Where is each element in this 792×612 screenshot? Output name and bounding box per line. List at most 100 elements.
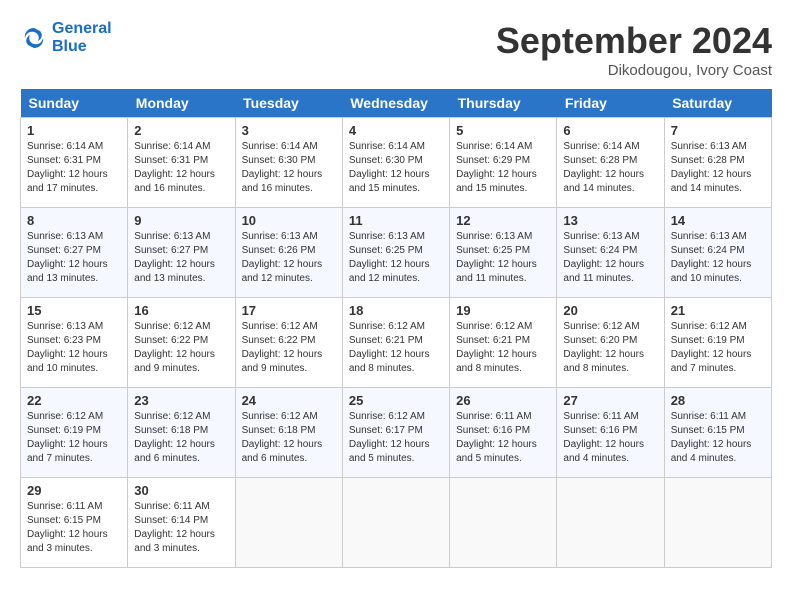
day-cell: 30 Sunrise: 6:11 AMSunset: 6:14 PMDaylig… bbox=[128, 478, 235, 568]
day-cell: 8 Sunrise: 6:13 AMSunset: 6:27 PMDayligh… bbox=[21, 208, 128, 298]
header-row: SundayMondayTuesdayWednesdayThursdayFrid… bbox=[21, 89, 772, 118]
day-cell bbox=[664, 478, 771, 568]
day-cell: 29 Sunrise: 6:11 AMSunset: 6:15 PMDaylig… bbox=[21, 478, 128, 568]
month-title: September 2024 bbox=[496, 20, 772, 62]
day-number: 13 bbox=[563, 213, 657, 228]
day-cell bbox=[342, 478, 449, 568]
day-info: Sunrise: 6:14 AMSunset: 6:30 PMDaylight:… bbox=[242, 141, 323, 194]
day-cell: 28 Sunrise: 6:11 AMSunset: 6:15 PMDaylig… bbox=[664, 388, 771, 478]
col-header-friday: Friday bbox=[557, 89, 664, 118]
day-cell: 23 Sunrise: 6:12 AMSunset: 6:18 PMDaylig… bbox=[128, 388, 235, 478]
day-number: 12 bbox=[456, 213, 550, 228]
day-number: 7 bbox=[671, 123, 765, 138]
day-cell: 16 Sunrise: 6:12 AMSunset: 6:22 PMDaylig… bbox=[128, 298, 235, 388]
day-info: Sunrise: 6:12 AMSunset: 6:22 PMDaylight:… bbox=[134, 321, 215, 374]
day-number: 27 bbox=[563, 393, 657, 408]
title-block: September 2024 Dikodougou, Ivory Coast bbox=[496, 20, 772, 79]
day-number: 18 bbox=[349, 303, 443, 318]
day-cell: 25 Sunrise: 6:12 AMSunset: 6:17 PMDaylig… bbox=[342, 388, 449, 478]
day-info: Sunrise: 6:13 AMSunset: 6:23 PMDaylight:… bbox=[27, 321, 108, 374]
day-info: Sunrise: 6:14 AMSunset: 6:30 PMDaylight:… bbox=[349, 141, 430, 194]
day-info: Sunrise: 6:11 AMSunset: 6:15 PMDaylight:… bbox=[27, 501, 108, 554]
day-number: 26 bbox=[456, 393, 550, 408]
day-number: 29 bbox=[27, 483, 121, 498]
day-cell: 21 Sunrise: 6:12 AMSunset: 6:19 PMDaylig… bbox=[664, 298, 771, 388]
col-header-sunday: Sunday bbox=[21, 89, 128, 118]
day-info: Sunrise: 6:12 AMSunset: 6:22 PMDaylight:… bbox=[242, 321, 323, 374]
week-row-3: 15 Sunrise: 6:13 AMSunset: 6:23 PMDaylig… bbox=[21, 298, 772, 388]
location-subtitle: Dikodougou, Ivory Coast bbox=[496, 62, 772, 79]
day-info: Sunrise: 6:13 AMSunset: 6:25 PMDaylight:… bbox=[349, 231, 430, 284]
day-number: 11 bbox=[349, 213, 443, 228]
day-cell: 7 Sunrise: 6:13 AMSunset: 6:28 PMDayligh… bbox=[664, 118, 771, 208]
day-cell: 1 Sunrise: 6:14 AMSunset: 6:31 PMDayligh… bbox=[21, 118, 128, 208]
day-cell: 5 Sunrise: 6:14 AMSunset: 6:29 PMDayligh… bbox=[450, 118, 557, 208]
day-cell: 2 Sunrise: 6:14 AMSunset: 6:31 PMDayligh… bbox=[128, 118, 235, 208]
day-cell bbox=[235, 478, 342, 568]
day-info: Sunrise: 6:11 AMSunset: 6:15 PMDaylight:… bbox=[671, 411, 752, 464]
day-cell: 19 Sunrise: 6:12 AMSunset: 6:21 PMDaylig… bbox=[450, 298, 557, 388]
logo-text: General Blue bbox=[52, 20, 112, 55]
day-info: Sunrise: 6:13 AMSunset: 6:25 PMDaylight:… bbox=[456, 231, 537, 284]
logo-icon bbox=[20, 24, 48, 52]
day-cell: 13 Sunrise: 6:13 AMSunset: 6:24 PMDaylig… bbox=[557, 208, 664, 298]
day-number: 1 bbox=[27, 123, 121, 138]
week-row-1: 1 Sunrise: 6:14 AMSunset: 6:31 PMDayligh… bbox=[21, 118, 772, 208]
day-number: 17 bbox=[242, 303, 336, 318]
day-info: Sunrise: 6:12 AMSunset: 6:20 PMDaylight:… bbox=[563, 321, 644, 374]
day-cell: 6 Sunrise: 6:14 AMSunset: 6:28 PMDayligh… bbox=[557, 118, 664, 208]
day-info: Sunrise: 6:14 AMSunset: 6:28 PMDaylight:… bbox=[563, 141, 644, 194]
day-cell: 3 Sunrise: 6:14 AMSunset: 6:30 PMDayligh… bbox=[235, 118, 342, 208]
day-number: 2 bbox=[134, 123, 228, 138]
day-number: 25 bbox=[349, 393, 443, 408]
day-info: Sunrise: 6:13 AMSunset: 6:27 PMDaylight:… bbox=[134, 231, 215, 284]
day-cell: 14 Sunrise: 6:13 AMSunset: 6:24 PMDaylig… bbox=[664, 208, 771, 298]
day-number: 14 bbox=[671, 213, 765, 228]
col-header-thursday: Thursday bbox=[450, 89, 557, 118]
day-number: 6 bbox=[563, 123, 657, 138]
day-cell bbox=[557, 478, 664, 568]
logo: General Blue bbox=[20, 20, 112, 55]
col-header-saturday: Saturday bbox=[664, 89, 771, 118]
week-row-5: 29 Sunrise: 6:11 AMSunset: 6:15 PMDaylig… bbox=[21, 478, 772, 568]
day-info: Sunrise: 6:12 AMSunset: 6:17 PMDaylight:… bbox=[349, 411, 430, 464]
day-number: 9 bbox=[134, 213, 228, 228]
col-header-monday: Monday bbox=[128, 89, 235, 118]
day-info: Sunrise: 6:12 AMSunset: 6:19 PMDaylight:… bbox=[27, 411, 108, 464]
day-cell: 9 Sunrise: 6:13 AMSunset: 6:27 PMDayligh… bbox=[128, 208, 235, 298]
day-info: Sunrise: 6:14 AMSunset: 6:29 PMDaylight:… bbox=[456, 141, 537, 194]
day-info: Sunrise: 6:12 AMSunset: 6:21 PMDaylight:… bbox=[349, 321, 430, 374]
day-info: Sunrise: 6:13 AMSunset: 6:24 PMDaylight:… bbox=[671, 231, 752, 284]
day-number: 28 bbox=[671, 393, 765, 408]
day-number: 5 bbox=[456, 123, 550, 138]
week-row-2: 8 Sunrise: 6:13 AMSunset: 6:27 PMDayligh… bbox=[21, 208, 772, 298]
day-cell: 27 Sunrise: 6:11 AMSunset: 6:16 PMDaylig… bbox=[557, 388, 664, 478]
day-info: Sunrise: 6:12 AMSunset: 6:18 PMDaylight:… bbox=[134, 411, 215, 464]
day-number: 24 bbox=[242, 393, 336, 408]
day-cell: 17 Sunrise: 6:12 AMSunset: 6:22 PMDaylig… bbox=[235, 298, 342, 388]
day-number: 3 bbox=[242, 123, 336, 138]
day-info: Sunrise: 6:12 AMSunset: 6:19 PMDaylight:… bbox=[671, 321, 752, 374]
day-number: 4 bbox=[349, 123, 443, 138]
day-info: Sunrise: 6:13 AMSunset: 6:26 PMDaylight:… bbox=[242, 231, 323, 284]
day-number: 16 bbox=[134, 303, 228, 318]
day-cell: 24 Sunrise: 6:12 AMSunset: 6:18 PMDaylig… bbox=[235, 388, 342, 478]
day-number: 15 bbox=[27, 303, 121, 318]
day-cell: 15 Sunrise: 6:13 AMSunset: 6:23 PMDaylig… bbox=[21, 298, 128, 388]
col-header-tuesday: Tuesday bbox=[235, 89, 342, 118]
day-cell: 10 Sunrise: 6:13 AMSunset: 6:26 PMDaylig… bbox=[235, 208, 342, 298]
day-info: Sunrise: 6:14 AMSunset: 6:31 PMDaylight:… bbox=[134, 141, 215, 194]
day-cell bbox=[450, 478, 557, 568]
day-info: Sunrise: 6:11 AMSunset: 6:16 PMDaylight:… bbox=[563, 411, 644, 464]
day-info: Sunrise: 6:12 AMSunset: 6:18 PMDaylight:… bbox=[242, 411, 323, 464]
col-header-wednesday: Wednesday bbox=[342, 89, 449, 118]
day-info: Sunrise: 6:11 AMSunset: 6:16 PMDaylight:… bbox=[456, 411, 537, 464]
day-cell: 20 Sunrise: 6:12 AMSunset: 6:20 PMDaylig… bbox=[557, 298, 664, 388]
day-info: Sunrise: 6:11 AMSunset: 6:14 PMDaylight:… bbox=[134, 501, 215, 554]
day-number: 23 bbox=[134, 393, 228, 408]
day-info: Sunrise: 6:14 AMSunset: 6:31 PMDaylight:… bbox=[27, 141, 108, 194]
day-info: Sunrise: 6:13 AMSunset: 6:24 PMDaylight:… bbox=[563, 231, 644, 284]
day-cell: 11 Sunrise: 6:13 AMSunset: 6:25 PMDaylig… bbox=[342, 208, 449, 298]
page-header: General Blue September 2024 Dikodougou, … bbox=[20, 20, 772, 79]
day-number: 20 bbox=[563, 303, 657, 318]
